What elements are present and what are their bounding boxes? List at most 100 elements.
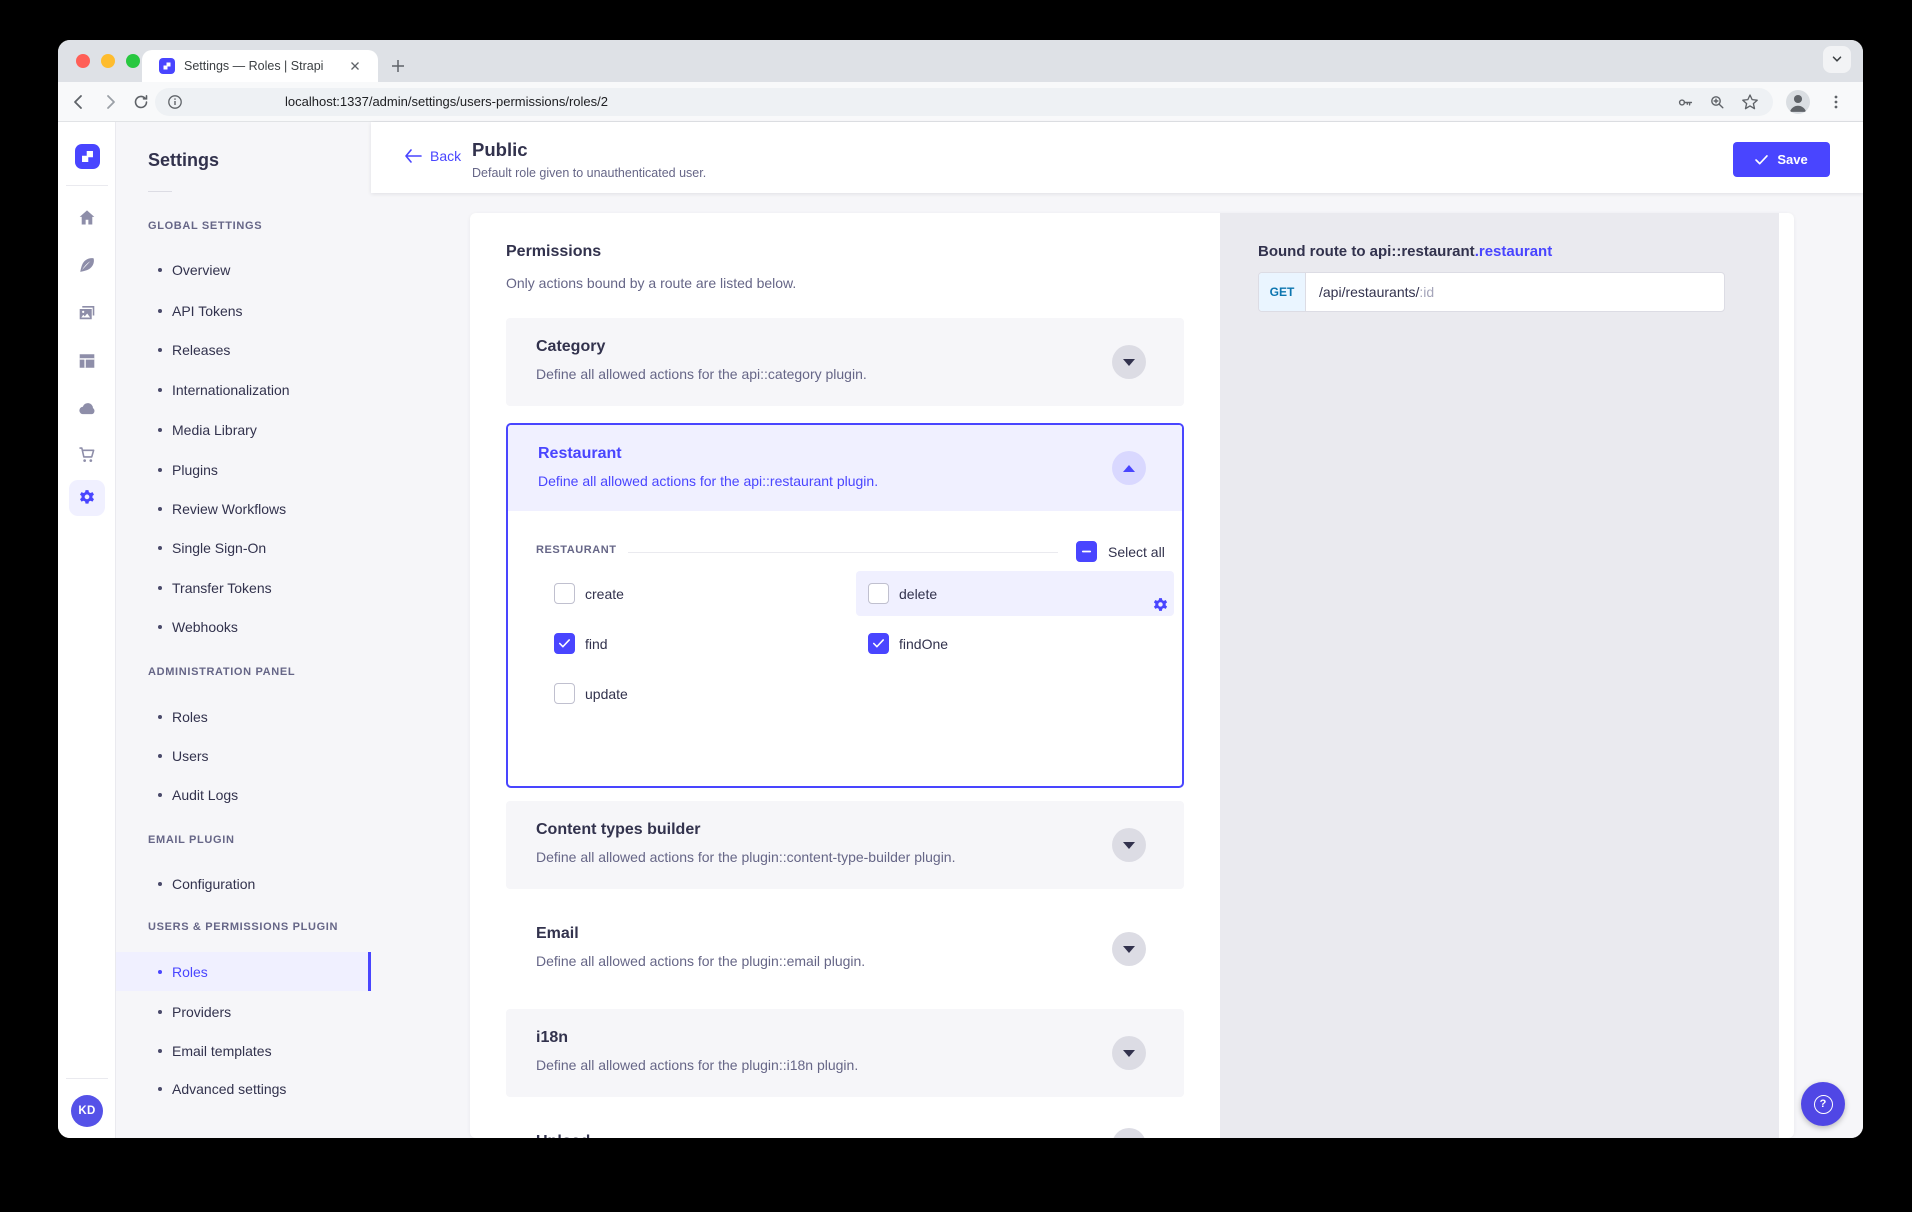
chevron-down-icon <box>1123 1050 1135 1057</box>
zoom-icon[interactable] <box>1709 94 1726 111</box>
sidebar-item-label: API Tokens <box>172 303 243 319</box>
sidebar-item-api-tokens[interactable]: API Tokens <box>116 297 371 325</box>
chevron-down-icon <box>1123 359 1135 366</box>
checkbox-update[interactable] <box>554 683 575 704</box>
browser-toolbar: localhost:1337/admin/settings/users-perm… <box>58 82 1863 122</box>
save-button[interactable]: Save <box>1733 142 1830 177</box>
accordion-description: Define all allowed actions for the api::… <box>538 473 878 489</box>
site-info-icon[interactable] <box>167 94 183 110</box>
home-icon[interactable] <box>78 209 96 227</box>
sidebar-item-roles-active[interactable]: Roles <box>116 952 371 991</box>
route-path-base: /api/restaurants/ <box>1319 284 1419 300</box>
back-link[interactable]: Back <box>404 148 461 164</box>
minimize-window-button[interactable] <box>101 54 115 68</box>
select-all-checkbox[interactable] <box>1076 541 1097 562</box>
bullet <box>158 546 162 550</box>
sidebar-item-admin-roles[interactable]: Roles <box>116 703 371 731</box>
sidebar-item-users[interactable]: Users <box>116 742 371 770</box>
accordion-title: Restaurant <box>538 445 622 463</box>
sidebar-item-media-library[interactable]: Media Library <box>116 416 371 444</box>
browser-window: Settings — Roles | Strapi localhost:1337… <box>58 40 1863 1138</box>
sidebar-item-providers[interactable]: Providers <box>116 998 371 1026</box>
tab-title: Settings — Roles | Strapi <box>184 59 323 73</box>
browser-menu-icon[interactable] <box>1827 93 1845 111</box>
back-nav-icon[interactable] <box>70 93 88 111</box>
accordion-email[interactable]: Email Define all allowed actions for the… <box>506 905 1184 993</box>
accordion-category[interactable]: Category Define all allowed actions for … <box>506 318 1184 406</box>
findone-settings-gear-icon[interactable] <box>1152 597 1169 614</box>
page-subtitle: Default role given to unauthenticated us… <box>472 166 706 180</box>
expand-button[interactable] <box>1112 828 1146 862</box>
sidebar-item-releases[interactable]: Releases <box>116 336 371 364</box>
settings-gear-icon[interactable] <box>78 489 96 507</box>
checkbox-create[interactable] <box>554 583 575 604</box>
select-all-label: Select all <box>1108 544 1165 560</box>
new-tab-button[interactable] <box>390 58 406 74</box>
route-row: GET /api/restaurants/:id <box>1258 272 1725 312</box>
checkbox-find[interactable] <box>554 633 575 654</box>
cloud-icon[interactable] <box>78 400 96 418</box>
bookmark-star-icon[interactable] <box>1741 93 1759 111</box>
sidebar-item-label: Providers <box>172 1004 231 1020</box>
accordion-content-types-builder[interactable]: Content types builder Define all allowed… <box>506 801 1184 889</box>
sidebar-item-plugins[interactable]: Plugins <box>116 456 371 484</box>
sidebar-item-transfer-tokens[interactable]: Transfer Tokens <box>116 574 371 602</box>
sidebar-item-review-workflows[interactable]: Review Workflows <box>116 495 371 523</box>
content-manager-feather-icon[interactable] <box>78 256 96 274</box>
address-bar[interactable]: localhost:1337/admin/settings/users-perm… <box>155 88 1773 116</box>
chevron-down-icon <box>1123 842 1135 849</box>
sidebar-item-internationalization[interactable]: Internationalization <box>116 376 371 404</box>
maximize-window-button[interactable] <box>126 54 140 68</box>
restaurant-accordion-header[interactable]: Restaurant Define all allowed actions fo… <box>508 425 1182 511</box>
expand-button[interactable] <box>1112 1128 1146 1138</box>
collapse-button[interactable] <box>1112 451 1146 485</box>
browser-tab[interactable]: Settings — Roles | Strapi <box>142 50 378 82</box>
sidebar-item-audit-logs[interactable]: Audit Logs <box>116 781 371 809</box>
expand-button[interactable] <box>1112 1036 1146 1070</box>
sidebar-item-label: Review Workflows <box>172 501 286 517</box>
bullet <box>158 754 162 758</box>
close-window-button[interactable] <box>76 54 90 68</box>
sidebar-item-configuration[interactable]: Configuration <box>116 870 371 898</box>
save-label: Save <box>1777 152 1807 167</box>
sidebar-item-label: Releases <box>172 342 230 358</box>
url-text: localhost:1337/admin/settings/users-perm… <box>285 94 608 109</box>
accordion-upload[interactable]: Upload <box>506 1113 1184 1138</box>
settings-sidebar: Settings GLOBAL SETTINGS Overview API To… <box>116 122 371 1138</box>
checkbox-delete-label: delete <box>899 586 937 602</box>
sidebar-item-single-sign-on[interactable]: Single Sign-On <box>116 534 371 562</box>
sidebar-item-label: Users <box>172 748 209 764</box>
checkbox-delete[interactable] <box>868 583 889 604</box>
expand-button[interactable] <box>1112 932 1146 966</box>
accordion-title: Content types builder <box>536 821 700 839</box>
sidebar-item-overview[interactable]: Overview <box>116 256 371 284</box>
group-label: RESTAURANT <box>536 544 616 556</box>
back-label: Back <box>430 148 461 164</box>
page-body: Permissions Only actions bound by a rout… <box>371 193 1863 1138</box>
sidebar-item-advanced-settings[interactable]: Advanced settings <box>116 1075 371 1103</box>
bullet <box>158 268 162 272</box>
password-key-icon[interactable] <box>1677 94 1694 111</box>
strapi-logo[interactable] <box>75 144 100 169</box>
route-path-param: :id <box>1419 284 1434 300</box>
accordion-description: Define all allowed actions for the plugi… <box>536 953 865 969</box>
sidebar-item-label: Webhooks <box>172 619 238 635</box>
user-avatar[interactable]: KD <box>71 1095 103 1127</box>
checkbox-findone[interactable] <box>868 633 889 654</box>
sidebar-item-label: Single Sign-On <box>172 540 266 556</box>
bound-route-panel: Bound route to api::restaurant.restauran… <box>1220 213 1779 1138</box>
browser-profile-avatar[interactable] <box>1786 90 1810 114</box>
accordion-i18n[interactable]: i18n Define all allowed actions for the … <box>506 1009 1184 1097</box>
reload-icon[interactable] <box>132 93 150 111</box>
tab-search-button[interactable] <box>1823 46 1851 73</box>
marketplace-cart-icon[interactable] <box>78 446 96 464</box>
sidebar-item-email-templates[interactable]: Email templates <box>116 1037 371 1065</box>
sidebar-item-webhooks[interactable]: Webhooks <box>116 613 371 641</box>
tab-close-icon[interactable] <box>348 59 362 73</box>
media-library-icon[interactable] <box>78 304 96 322</box>
help-button[interactable]: ? <box>1801 1082 1845 1126</box>
forward-nav-icon[interactable] <box>101 93 119 111</box>
expand-button[interactable] <box>1112 345 1146 379</box>
bullet <box>158 507 162 511</box>
content-type-builder-icon[interactable] <box>78 352 96 370</box>
